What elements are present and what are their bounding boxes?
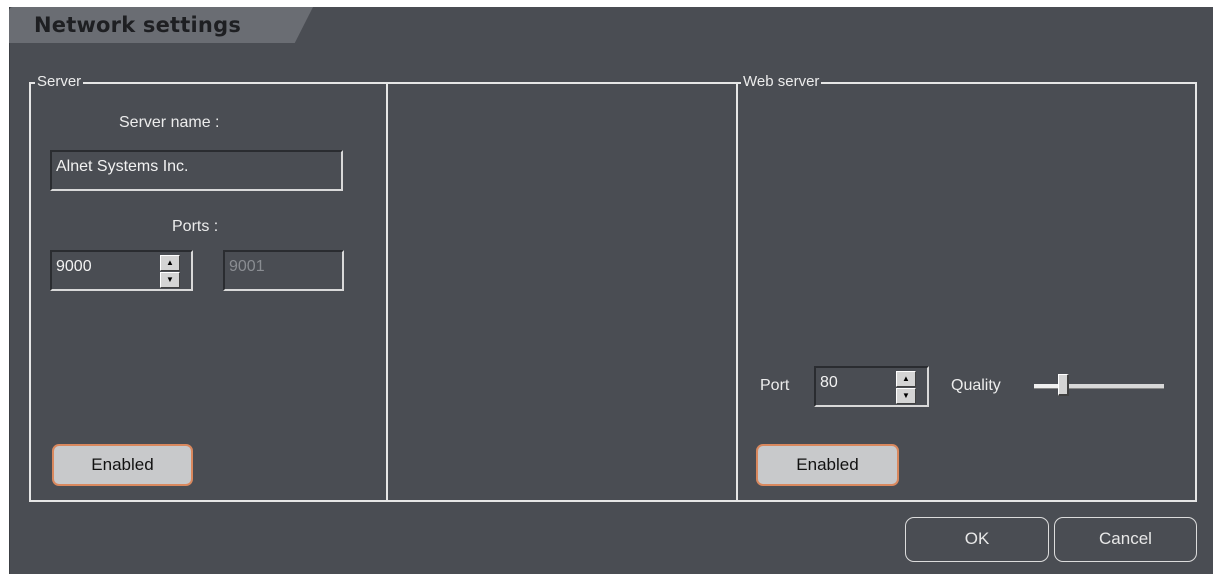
frame-top-line [29, 82, 1197, 84]
ok-button[interactable]: OK [905, 517, 1049, 562]
server-group-label: Server [35, 73, 84, 91]
dialog-title: Network settings [34, 13, 242, 37]
frame-right-line [1195, 82, 1197, 502]
spin-down-icon[interactable]: ▼ [160, 272, 180, 288]
spin-up-icon[interactable]: ▲ [160, 255, 180, 271]
quality-slider-thumb[interactable] [1057, 374, 1069, 396]
frame-divider-1 [386, 82, 388, 502]
web-port-label: Port [760, 377, 790, 394]
frame-left-line [29, 82, 31, 502]
web-server-group-label: Web server [741, 73, 822, 91]
frame-bottom-line [29, 500, 1197, 502]
quality-label: Quality [951, 377, 1001, 394]
frame-divider-2 [736, 82, 738, 502]
server-name-input[interactable]: Alnet Systems Inc. [50, 150, 343, 191]
web-server-enabled-button[interactable]: Enabled [756, 444, 899, 486]
cancel-button[interactable]: Cancel [1054, 517, 1197, 562]
server-name-label: Server name : [119, 114, 220, 131]
spin-up-icon[interactable]: ▲ [896, 371, 916, 387]
quality-slider-fill [1034, 384, 1058, 388]
server-enabled-button[interactable]: Enabled [52, 444, 193, 486]
port-1-stepper[interactable]: ▲ ▼ [160, 255, 180, 289]
spin-down-icon[interactable]: ▼ [896, 388, 916, 404]
web-port-stepper[interactable]: ▲ ▼ [896, 371, 916, 405]
port-2-input: 9001 [223, 250, 344, 291]
ports-label: Ports : [172, 218, 219, 235]
